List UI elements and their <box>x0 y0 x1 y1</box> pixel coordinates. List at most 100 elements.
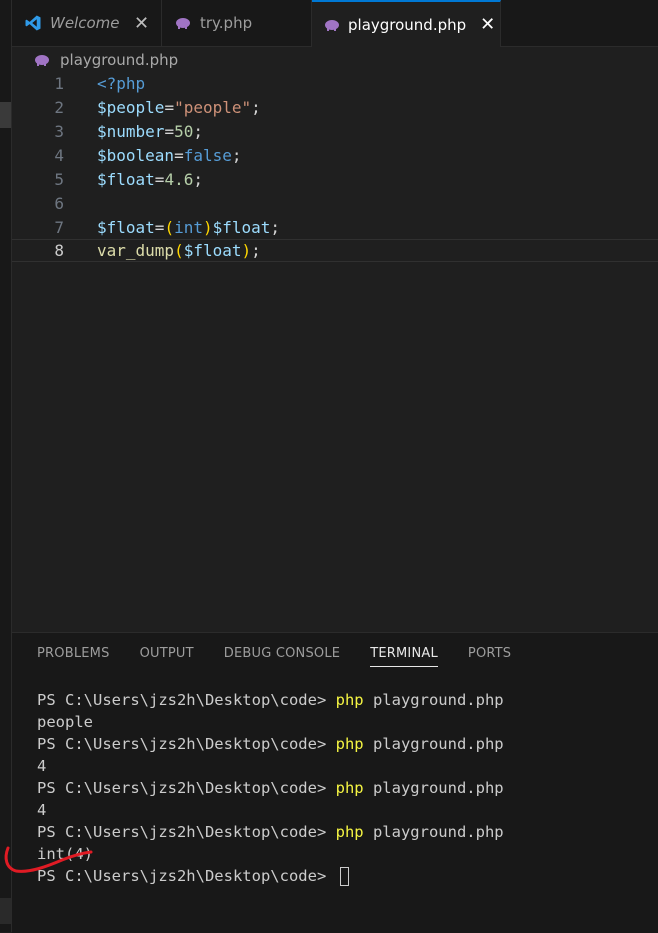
tab-problems[interactable]: PROBLEMS <box>37 643 110 667</box>
line-number: 3 <box>54 122 64 141</box>
string-token: "people" <box>174 98 252 117</box>
vscode-icon <box>24 14 42 32</box>
variable-token: $float <box>183 241 242 260</box>
php-elephant-icon <box>34 53 52 67</box>
terminal-prompt: PS C:\Users\jzs2h\Desktop\code> <box>37 867 336 885</box>
line-code: $float=(int)$float; <box>97 218 280 237</box>
tab-welcome[interactable]: Welcome ✕ <box>12 0 162 46</box>
paren-token: ( <box>174 241 184 260</box>
tab-terminal[interactable]: TERMINAL <box>370 643 438 667</box>
number-token: 50 <box>174 122 194 141</box>
code-line-current[interactable]: 8 var_dump($float); <box>12 239 658 262</box>
line-code: $number=50; <box>97 122 203 141</box>
code-line[interactable]: 5 $float=4.6; <box>12 168 658 191</box>
keyword-token: int <box>174 218 203 237</box>
line-number: 4 <box>54 146 64 165</box>
terminal-command: php <box>335 735 364 753</box>
tab-debug-console[interactable]: DEBUG CONSOLE <box>224 643 340 667</box>
line-number: 6 <box>54 194 64 213</box>
php-open-tag: <?php <box>97 74 146 93</box>
terminal-argument: playground.php <box>363 735 504 753</box>
terminal-argument: playground.php <box>363 691 504 709</box>
paren-token: ( <box>164 218 175 237</box>
tab-output[interactable]: OUTPUT <box>140 643 194 667</box>
keyword-token: false <box>183 146 232 165</box>
operator-token: = <box>164 122 175 141</box>
terminal-line: 4 <box>37 757 47 775</box>
close-icon[interactable]: ✕ <box>134 13 150 34</box>
semicolon-token: ; <box>193 170 203 189</box>
line-number: 5 <box>54 170 64 189</box>
line-code: <?php <box>97 74 145 93</box>
tab-playground-php[interactable]: playground.php ✕ <box>312 0 501 47</box>
line-number: 7 <box>54 218 64 237</box>
line-number: 1 <box>54 74 64 93</box>
paren-token: ) <box>202 218 213 237</box>
operator-token: = <box>174 146 184 165</box>
terminal-prompt: PS C:\Users\jzs2h\Desktop\code> <box>37 823 336 841</box>
variable-token: $float <box>97 218 155 237</box>
terminal-argument: playground.php <box>363 823 504 841</box>
terminal-command: php <box>335 823 364 841</box>
line-code: $people="people"; <box>97 98 261 117</box>
terminal-prompt: PS C:\Users\jzs2h\Desktop\code> <box>37 779 336 797</box>
code-line[interactable]: 2 $people="people"; <box>12 96 658 119</box>
activity-indicator <box>0 102 11 128</box>
operator-token: = <box>154 170 165 189</box>
code-line[interactable]: 4 $boolean=false; <box>12 144 658 167</box>
editor-tab-bar: Welcome ✕ try.php playground.php ✕ <box>12 0 658 47</box>
number-token: 4.6 <box>164 170 194 189</box>
tab-label: Welcome <box>50 14 120 32</box>
code-line[interactable]: 3 $number=50; <box>12 120 658 143</box>
code-editor[interactable]: 1 <?php 2 $people="people"; 3 $number=50… <box>12 72 658 632</box>
line-code: $boolean=false; <box>97 146 242 165</box>
terminal-line: 4 <box>37 801 47 819</box>
tab-ports[interactable]: PORTS <box>468 643 511 667</box>
close-icon[interactable]: ✕ <box>480 14 495 35</box>
line-number: 8 <box>54 241 64 260</box>
code-line[interactable]: 6 <box>12 192 658 215</box>
terminal-argument: playground.php <box>363 779 504 797</box>
variable-token: $number <box>97 122 165 141</box>
terminal-prompt: PS C:\Users\jzs2h\Desktop\code> <box>37 735 336 753</box>
terminal-command: php <box>335 779 364 797</box>
variable-token: $float <box>97 170 155 189</box>
variable-token: $people <box>97 98 165 117</box>
code-line[interactable]: 7 $float=(int)$float; <box>12 216 658 239</box>
semicolon-token: ; <box>270 218 281 237</box>
panel-tab-bar: PROBLEMS OUTPUT DEBUG CONSOLE TERMINAL P… <box>37 643 541 667</box>
terminal-command: php <box>335 691 364 709</box>
semicolon-token: ; <box>193 122 203 141</box>
terminal-output[interactable]: PS C:\Users\jzs2h\Desktop\code> php play… <box>37 689 504 887</box>
tab-try-php[interactable]: try.php <box>162 0 312 46</box>
operator-token: = <box>164 98 175 117</box>
php-elephant-icon <box>324 16 340 34</box>
terminal-line: PS C:\Users\jzs2h\Desktop\code> php play… <box>37 689 504 711</box>
tab-label: playground.php <box>348 15 467 34</box>
function-token: var_dump <box>97 241 175 260</box>
paren-token: ) <box>241 241 252 260</box>
code-line[interactable]: 1 <?php <box>12 72 658 95</box>
line-code: $float=4.6; <box>97 170 203 189</box>
variable-token: $boolean <box>97 146 175 165</box>
terminal-line: PS C:\Users\jzs2h\Desktop\code> php play… <box>37 821 504 843</box>
activity-bar-edge <box>0 0 12 932</box>
semicolon-token: ; <box>231 146 242 165</box>
terminal-line: int(4) <box>37 845 93 863</box>
tab-label: try.php <box>200 14 253 32</box>
terminal-prompt: PS C:\Users\jzs2h\Desktop\code> <box>37 691 336 709</box>
terminal-line: PS C:\Users\jzs2h\Desktop\code> php play… <box>37 733 504 755</box>
breadcrumb-file[interactable]: playground.php <box>60 51 178 69</box>
line-number: 2 <box>54 98 64 117</box>
terminal-line: PS C:\Users\jzs2h\Desktop\code> php play… <box>37 777 504 799</box>
variable-token: $float <box>212 218 271 237</box>
terminal-cursor[interactable] <box>339 867 349 886</box>
operator-token: = <box>154 218 165 237</box>
activity-indicator-bottom <box>0 898 11 924</box>
terminal-line: PS C:\Users\jzs2h\Desktop\code> <box>37 865 504 887</box>
breadcrumb[interactable]: playground.php <box>34 50 178 70</box>
php-elephant-icon <box>174 14 192 32</box>
bottom-panel: PROBLEMS OUTPUT DEBUG CONSOLE TERMINAL P… <box>12 632 658 933</box>
line-code: var_dump($float); <box>97 241 261 260</box>
terminal-line: people <box>37 713 93 731</box>
